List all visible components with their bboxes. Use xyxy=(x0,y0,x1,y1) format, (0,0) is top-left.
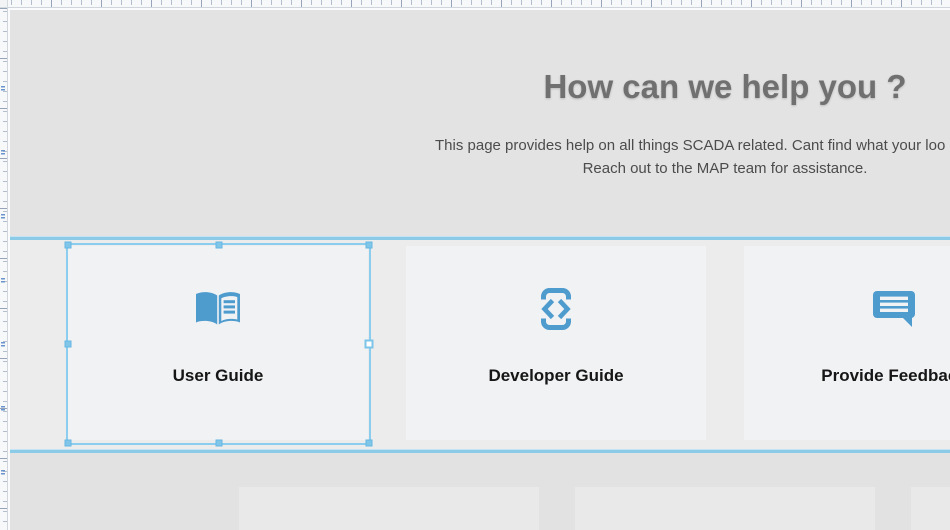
open-book-icon xyxy=(194,288,242,330)
card-label: Developer Guide xyxy=(488,366,623,386)
selection-handle-bottom-left[interactable] xyxy=(65,440,72,447)
ruler-label-mark xyxy=(1,278,5,284)
page-subtitle-line1: This page provides help on all things SC… xyxy=(435,137,945,154)
ruler-label-mark xyxy=(1,406,5,412)
selection-handle-top-right[interactable] xyxy=(366,242,373,249)
page-title: How can we help you ? xyxy=(10,68,950,106)
mobile-code-icon xyxy=(541,288,571,330)
vertical-ruler xyxy=(0,8,8,530)
page-subtitle-line2: Reach out to the MAP team for assistance… xyxy=(10,160,950,177)
ruler-corner xyxy=(0,0,8,8)
hero-section: How can we help you ? This page provides… xyxy=(10,10,950,237)
selection-handle-bottom-center[interactable] xyxy=(215,440,222,447)
horizontal-ruler xyxy=(8,0,950,8)
ruler-label-mark xyxy=(1,150,5,156)
ruler-label-mark xyxy=(1,342,5,348)
ruler-label-mark xyxy=(1,214,5,220)
card-placeholder[interactable] xyxy=(239,487,539,530)
design-canvas: How can we help you ? This page provides… xyxy=(0,0,950,530)
page-stage: How can we help you ? This page provides… xyxy=(10,10,950,530)
selection-handle-bottom-right[interactable] xyxy=(366,440,373,447)
ruler-label-mark xyxy=(1,470,5,476)
selection-handle-middle-right[interactable] xyxy=(365,340,374,349)
card-label: User Guide xyxy=(173,366,264,386)
card-placeholder[interactable] xyxy=(575,487,875,530)
selection-handle-middle-left[interactable] xyxy=(65,341,72,348)
card-user-guide[interactable]: User Guide xyxy=(68,246,368,440)
card-placeholder[interactable] xyxy=(911,487,950,530)
ruler-label-mark xyxy=(1,86,5,92)
card-label: Provide Feedback xyxy=(821,366,950,386)
card-provide-feedback[interactable]: Provide Feedback xyxy=(744,246,950,440)
selection-handle-top-left[interactable] xyxy=(65,242,72,249)
comment-lines-icon xyxy=(873,288,915,330)
selection-handle-top-center[interactable] xyxy=(215,242,222,249)
card-developer-guide[interactable]: Developer Guide xyxy=(406,246,706,440)
